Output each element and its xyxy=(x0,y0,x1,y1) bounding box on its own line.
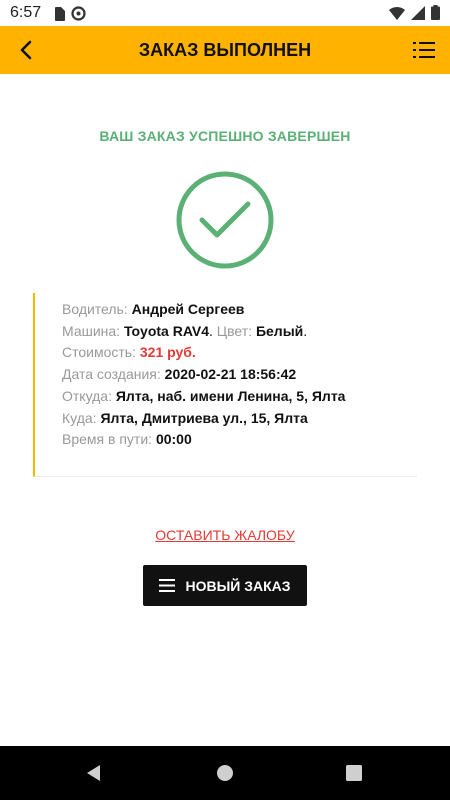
created-row: Дата создания: 2020-02-21 18:56:42 xyxy=(62,364,417,386)
driver-label: Водитель: xyxy=(62,301,128,317)
nav-recents-icon[interactable] xyxy=(345,764,363,782)
created-value: 2020-02-21 18:56:42 xyxy=(164,366,297,383)
list-menu-icon xyxy=(413,42,435,58)
color-end: . xyxy=(303,322,308,339)
wifi-icon xyxy=(389,6,405,20)
order-details: Водитель: Андрей Сергеев Машина: Toyota … xyxy=(33,293,417,477)
nav-home-icon[interactable] xyxy=(215,763,235,783)
from-label: Откуда: xyxy=(62,387,112,404)
menu-button[interactable] xyxy=(406,32,442,68)
cost-value: 321 руб. xyxy=(139,344,196,361)
driver-value: Андрей Сергеев xyxy=(131,301,245,317)
status-left-icons xyxy=(54,6,86,21)
duration-value: 00:00 xyxy=(155,431,192,448)
driver-row: Водитель: Андрей Сергеев xyxy=(62,299,417,321)
new-order-label: НОВЫЙ ЗАКАЗ xyxy=(185,577,291,594)
from-value: Ялта, наб. имени Ленина, 5, Ялта xyxy=(115,387,346,404)
to-label: Куда: xyxy=(62,409,97,426)
duration-label: Время в пути: xyxy=(62,431,153,448)
status-time: 6:57 xyxy=(10,4,42,21)
battery-icon xyxy=(431,5,440,20)
nav-back-icon[interactable] xyxy=(84,763,104,783)
duration-row: Время в пути: 00:00 xyxy=(62,429,417,451)
to-value: Ялта, Дмитриева ул., 15, Ялта xyxy=(100,409,308,426)
car-value: Toyota RAV4 xyxy=(123,322,210,339)
status-bar: 6:57 xyxy=(0,0,450,26)
cost-label: Стоимость: xyxy=(62,344,136,361)
new-order-button[interactable]: НОВЫЙ ЗАКАЗ xyxy=(143,565,307,606)
car-label: Машина: xyxy=(62,322,121,339)
success-heading: ВАШ ЗАКАЗ УСПЕШНО ЗАВЕРШЕН xyxy=(99,128,351,144)
car-row: Машина: Toyota RAV4. Цвет: Белый. xyxy=(62,321,417,343)
status-right-icons xyxy=(389,5,440,20)
to-row: Куда: Ялта, Дмитриева ул., 15, Ялта xyxy=(62,408,417,430)
checkmark-circle-icon xyxy=(176,171,274,269)
sim-card-icon xyxy=(55,6,65,21)
complaint-link[interactable]: ОСТАВИТЬ ЖАЛОБУ xyxy=(0,527,450,543)
page-title: ЗАКАЗ ВЫПОЛНЕН xyxy=(138,40,312,60)
signal-icon xyxy=(411,5,425,20)
color-value: Белый xyxy=(255,322,304,339)
color-label: Цвет: xyxy=(216,322,253,339)
app-bar: ЗАКАЗ ВЫПОЛНЕН xyxy=(0,26,450,74)
system-nav-bar xyxy=(0,746,450,800)
car-separator: . xyxy=(209,322,213,339)
from-row: Откуда: Ялта, наб. имени Ленина, 5, Ялта xyxy=(62,386,417,408)
menu-icon xyxy=(159,579,176,592)
created-label: Дата создания: xyxy=(62,366,161,383)
media-icon xyxy=(71,6,86,21)
cost-row: Стоимость: 321 руб. xyxy=(62,342,417,364)
